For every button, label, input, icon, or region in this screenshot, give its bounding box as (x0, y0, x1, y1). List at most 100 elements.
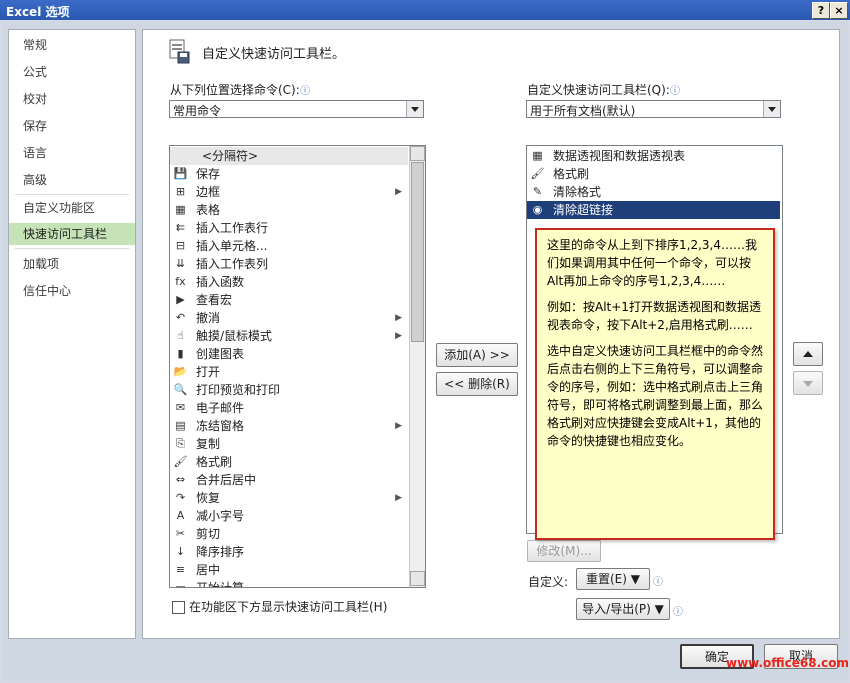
reset-button[interactable]: 重置(E) ▼ (576, 568, 650, 590)
nav-item-trust-center[interactable]: 信任中心 (9, 280, 135, 302)
info-icon[interactable]: ⓘ (670, 82, 680, 97)
list-item[interactable]: ▤ 冻结窗格 ▶ (170, 417, 408, 435)
list-item[interactable]: ≡ 居中 (170, 561, 408, 579)
triangle-up-icon (803, 351, 813, 357)
list-item-label: 边框 (196, 185, 221, 199)
callout-paragraph-2: 例如：按Alt+1打开数据透视图和数据透视表命令，按下Alt+2,启用格式刷…… (547, 300, 761, 332)
pivot-icon: ▦ (532, 149, 543, 162)
list-item[interactable]: ▦ 数据透视图和数据透视表 (527, 147, 780, 165)
nav-item-language[interactable]: 语言 (9, 142, 135, 164)
nav-item-save[interactable]: 保存 (9, 115, 135, 137)
list-item[interactable]: ↷ 恢复 ▶ (170, 489, 408, 507)
calc-icon: ▭ (175, 581, 186, 588)
callout-paragraph-1: 这里的命令从上到下排序1,2,3,4……我们如果调用其中任何一个命令，可以按Al… (547, 238, 757, 288)
help-button[interactable]: ? (812, 2, 830, 19)
remove-button[interactable]: << 删除(R) (436, 372, 518, 396)
move-down-button[interactable] (793, 371, 823, 395)
list-item-label: 合并后居中 (196, 473, 257, 487)
separator-icon (173, 148, 188, 163)
list-item[interactable]: ✎ 清除格式 (527, 183, 780, 201)
modify-button[interactable]: 修改(M)... (527, 540, 601, 562)
category-nav: 常规 公式 校对 保存 语言 高级 自定义功能区 快速访问工具栏 加载项 信任中… (8, 29, 136, 639)
list-item[interactable]: 📂 打开 (170, 363, 408, 381)
list-item[interactable]: A 减小字号 (170, 507, 408, 525)
info-icon[interactable]: ⓘ (653, 573, 663, 588)
info-icon[interactable]: ⓘ (673, 603, 683, 618)
toolbar-customize-icon (168, 38, 190, 64)
nav-item-advanced[interactable]: 高级 (9, 169, 135, 191)
nav-item-addins[interactable]: 加载项 (9, 253, 135, 275)
annotation-callout: 这里的命令从上到下排序1,2,3,4……我们如果调用其中任何一个命令，可以按Al… (535, 228, 775, 540)
available-commands-list[interactable]: <分隔符> 💾 保存 ⊞ 边框 ▶ ▦ 表格 ⇇ 插入工作表行 ⊟ 插入单元格... ⇊ 插入工作表列 fx… (169, 145, 426, 588)
customize-toolbar-label: 自定义快速访问工具栏(Q): (527, 83, 670, 97)
list-item-label: 格式刷 (553, 167, 590, 181)
list-item[interactable]: ✂ 剪切 (170, 525, 408, 543)
move-up-button[interactable] (793, 342, 823, 366)
chart-icon: ▮ (177, 347, 184, 360)
import-export-button[interactable]: 导入/导出(P) ▼ (576, 598, 670, 620)
scroll-up-button[interactable] (410, 146, 425, 161)
list-item-label: 电子邮件 (196, 401, 245, 415)
list-item-label: 减小字号 (196, 509, 245, 523)
undo-icon: ↶ (175, 311, 186, 324)
list-item[interactable]: 💾 保存 (170, 165, 408, 183)
format-painter-icon: 🖌 (173, 455, 188, 468)
list-item[interactable]: 🖌 格式刷 (527, 165, 780, 183)
list-item[interactable]: ▭ 开始计算 (170, 579, 408, 588)
list-item[interactable]: ⇊ 插入工作表列 (170, 255, 408, 273)
nav-item-customize-ribbon[interactable]: 自定义功能区 (9, 197, 135, 219)
scroll-thumb[interactable] (411, 162, 424, 342)
list-item[interactable]: ▶ 查看宏 (170, 291, 408, 309)
format-painter-icon: 🖌 (530, 167, 545, 180)
customize-toolbar-dropdown[interactable]: 用于所有文档(默认) (526, 100, 781, 118)
list-item-label: 清除超链接 (553, 203, 614, 217)
title-bar: Excel 选项 ? × (0, 0, 850, 20)
list-item[interactable]: ⊟ 插入单元格... (170, 237, 408, 255)
callout-paragraph-3: 选中自定义快速访问工具栏框中的命令然后点击右侧的上下三角符号，可以调整命令的序号… (547, 344, 764, 448)
list-item-label: 清除格式 (553, 185, 602, 199)
list-item[interactable]: ▦ 表格 (170, 201, 408, 219)
info-icon[interactable]: ⓘ (300, 82, 310, 97)
submenu-arrow-icon: ▶ (395, 313, 402, 323)
clear-hyperlink-icon: ◉ (532, 203, 543, 216)
list-item[interactable]: ◉ 清除超链接 (527, 201, 780, 219)
table-icon: ▦ (175, 203, 186, 216)
nav-item-proofing[interactable]: 校对 (9, 88, 135, 110)
list-item[interactable]: fx 插入函数 (170, 273, 408, 291)
triangle-down-icon (803, 381, 813, 387)
macro-icon: ▶ (176, 293, 185, 306)
close-button[interactable]: × (830, 2, 848, 19)
list-item[interactable]: ⊞ 边框 ▶ (170, 183, 408, 201)
choose-commands-dropdown[interactable]: 常用命令 (169, 100, 424, 118)
list-item-label: 插入函数 (196, 275, 245, 289)
show-below-ribbon-checkbox[interactable] (172, 601, 185, 614)
freeze-icon: ▤ (175, 419, 186, 432)
cut-icon: ✂ (175, 527, 186, 540)
insert-column-icon: ⇊ (175, 257, 186, 270)
list-item[interactable]: ☝ 触摸/鼠标模式 ▶ (170, 327, 408, 345)
commands-scrollbar[interactable] (409, 146, 425, 587)
list-item[interactable]: ▮ 创建图表 (170, 345, 408, 363)
submenu-arrow-icon: ▶ (395, 493, 402, 503)
list-item-label: 触摸/鼠标模式 (196, 329, 273, 343)
page-title: 自定义快速访问工具栏。 (202, 47, 346, 62)
sort-desc-icon: ↓ (175, 545, 186, 558)
list-item[interactable]: ↓ 降序排序 (170, 543, 408, 561)
list-item[interactable]: ✉ 电子邮件 (170, 399, 408, 417)
list-item-label: 打开 (196, 365, 221, 379)
list-item-label: 保存 (196, 167, 221, 181)
nav-item-quick-access-toolbar[interactable]: 快速访问工具栏 (9, 223, 135, 245)
nav-item-general[interactable]: 常规 (9, 34, 135, 56)
clear-format-icon: ✎ (532, 185, 543, 198)
list-item[interactable]: <分隔符> (170, 147, 408, 165)
merge-center-icon: ⇔ (175, 473, 186, 486)
list-item[interactable]: 🖌 格式刷 (170, 453, 408, 471)
list-item[interactable]: ↶ 撤消 ▶ (170, 309, 408, 327)
list-item[interactable]: ⎘ 复制 (170, 435, 408, 453)
nav-item-formulas[interactable]: 公式 (9, 61, 135, 83)
scroll-down-button[interactable] (410, 571, 425, 586)
list-item[interactable]: 🔍 打印预览和打印 (170, 381, 408, 399)
list-item[interactable]: ⇇ 插入工作表行 (170, 219, 408, 237)
list-item[interactable]: ⇔ 合并后居中 (170, 471, 408, 489)
add-button[interactable]: 添加(A) >> (436, 343, 518, 367)
